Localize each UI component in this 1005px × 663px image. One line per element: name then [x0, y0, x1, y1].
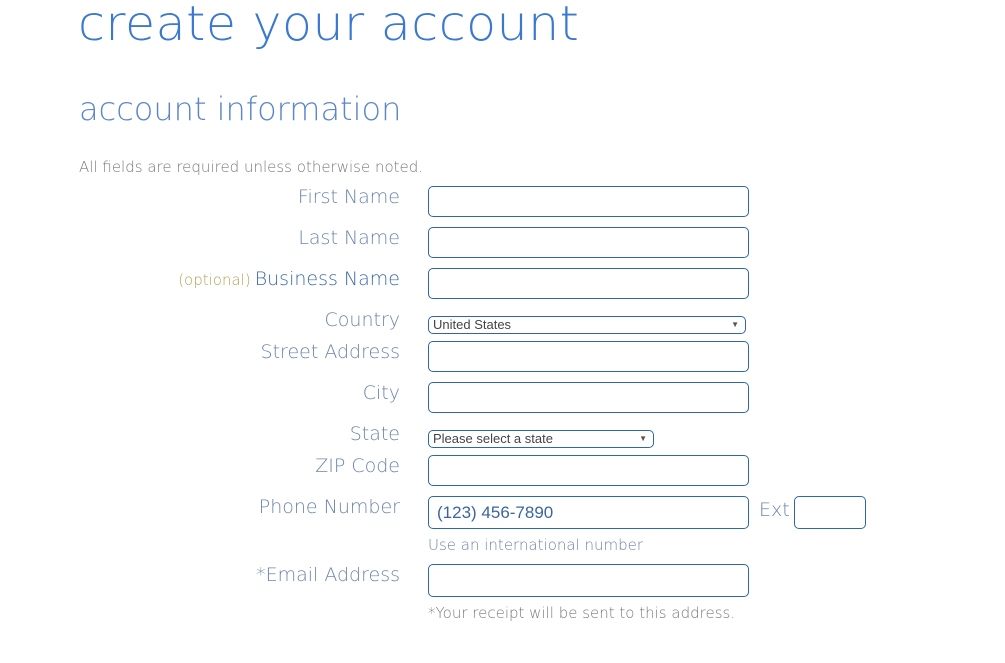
business-name-label-row: (optional) Business Name — [178, 268, 400, 290]
phone-number-label: Phone Number — [258, 496, 400, 518]
country-selected-value: United States — [433, 317, 512, 332]
phone-number-input[interactable] — [428, 496, 749, 529]
last-name-label: Last Name — [298, 227, 400, 249]
last-name-input[interactable] — [428, 227, 749, 258]
state-selected-value: Please select a state — [433, 431, 553, 446]
chevron-down-icon: ▼ — [731, 320, 739, 329]
zip-code-label: ZIP Code — [315, 455, 400, 477]
receipt-note: *Your receipt will be sent to this addre… — [428, 604, 736, 622]
first-name-input[interactable] — [428, 186, 749, 217]
state-select[interactable]: Please select a state ▼ — [428, 430, 654, 448]
email-address-label: *Email Address — [256, 564, 400, 586]
business-name-label: Business Name — [254, 268, 400, 290]
country-label: Country — [324, 309, 400, 331]
create-account-page: create your account account information … — [0, 0, 1005, 663]
first-name-label: First Name — [297, 186, 400, 208]
phone-ext-input[interactable] — [794, 496, 866, 529]
country-select[interactable]: United States ▼ — [428, 316, 746, 334]
section-title: account information — [79, 90, 402, 128]
zip-code-input[interactable] — [428, 455, 749, 486]
ext-label: Ext — [759, 499, 790, 521]
international-number-link[interactable]: Use an international number — [428, 536, 643, 554]
business-name-input[interactable] — [428, 268, 749, 299]
email-address-input[interactable] — [428, 564, 749, 597]
optional-tag: (optional) — [178, 271, 251, 289]
chevron-down-icon: ▼ — [639, 434, 647, 443]
street-address-label: Street Address — [260, 341, 400, 363]
city-label: City — [362, 382, 400, 404]
street-address-input[interactable] — [428, 341, 749, 372]
page-title: create your account — [78, 0, 580, 52]
city-input[interactable] — [428, 382, 749, 413]
required-fields-note: All fields are required unless otherwise… — [79, 158, 424, 176]
state-label: State — [349, 423, 400, 445]
